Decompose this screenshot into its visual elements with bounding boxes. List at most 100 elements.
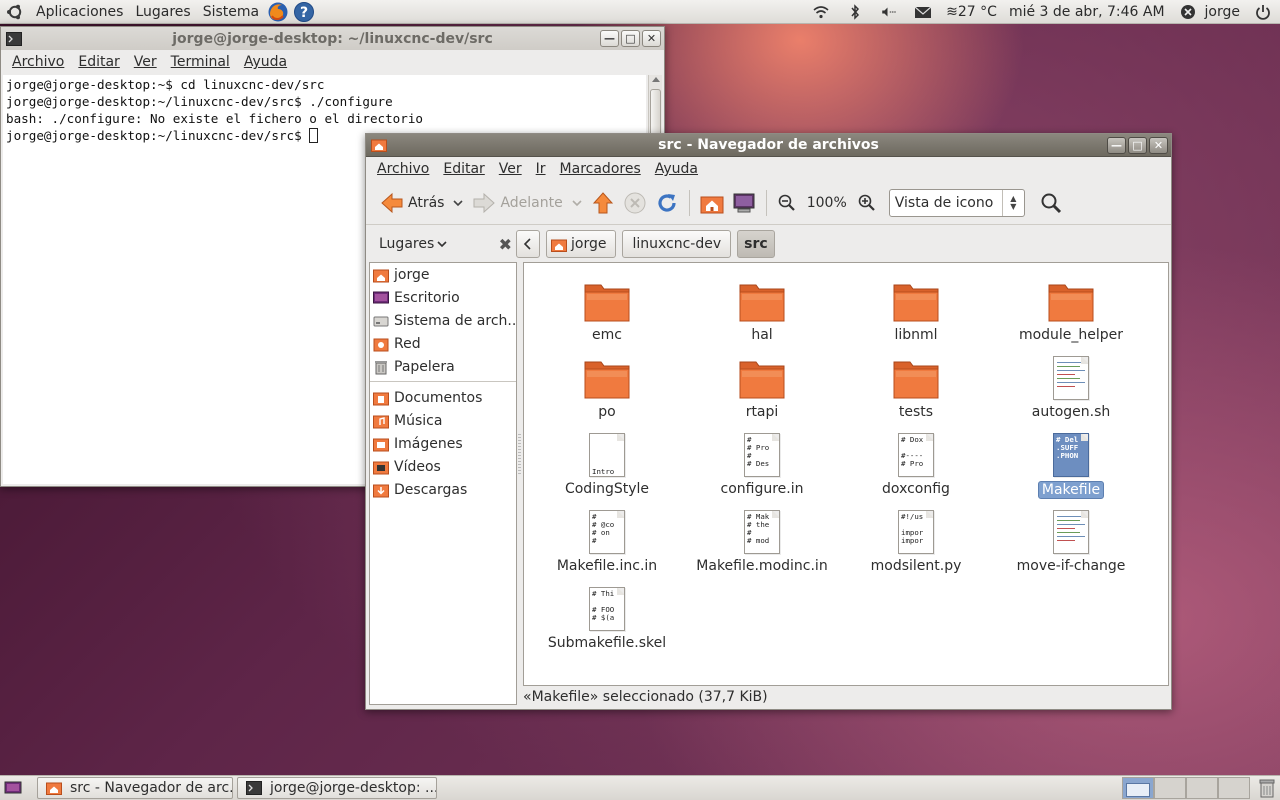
pane-resize-handle[interactable] — [518, 434, 521, 474]
menu-ver[interactable]: Ver — [492, 157, 529, 181]
workspace-4[interactable] — [1218, 777, 1250, 799]
back-button[interactable]: Atrás — [376, 187, 448, 219]
menu-aplicaciones[interactable]: Aplicaciones — [30, 0, 129, 24]
folder-item[interactable]: emc — [530, 277, 684, 343]
sidebar-item-documentos[interactable]: Documentos — [370, 386, 516, 409]
back-history-dropdown[interactable] — [448, 187, 468, 219]
menu-ayuda[interactable]: Ayuda — [648, 157, 705, 181]
show-desktop-button[interactable] — [3, 778, 23, 798]
workspace-1[interactable] — [1122, 777, 1154, 799]
maximize-button[interactable]: □ — [621, 30, 640, 47]
menu-editar[interactable]: Editar — [436, 157, 491, 181]
sidebar-item-escritorio[interactable]: Escritorio — [370, 286, 516, 309]
menu-ver[interactable]: Ver — [127, 50, 164, 74]
user-status-icon[interactable] — [1171, 0, 1199, 24]
zoom-out-button[interactable] — [773, 187, 801, 219]
folder-item[interactable]: libnml — [839, 277, 993, 343]
ubuntu-logo-icon[interactable] — [6, 3, 24, 21]
sidebar-item-jorge[interactable]: jorge — [370, 263, 516, 286]
terminal-line: jorge@jorge-desktop:~/linuxcnc-dev/src$ … — [6, 94, 393, 109]
workspace-2[interactable] — [1154, 777, 1186, 799]
close-button[interactable]: ✕ — [1149, 136, 1168, 154]
sidebar-item-imagenes[interactable]: Imágenes — [370, 432, 516, 455]
menu-archivo[interactable]: Archivo — [370, 157, 436, 181]
volume-muted-icon[interactable] — [872, 0, 906, 24]
file-name-label: Makefile — [1037, 481, 1105, 499]
forward-button[interactable]: Adelante — [468, 187, 566, 219]
maximize-button[interactable]: □ — [1128, 136, 1147, 154]
file-item[interactable]: move-if-change — [994, 508, 1148, 574]
mail-icon[interactable] — [906, 0, 940, 24]
zoom-level[interactable]: 100% — [801, 187, 853, 219]
taskbar-item-file-manager[interactable]: src - Navegador de arc... — [37, 777, 233, 799]
trash-applet[interactable] — [1254, 777, 1280, 799]
sidebar-item-descargas[interactable]: Descargas — [370, 478, 516, 501]
bluetooth-icon[interactable] — [838, 0, 872, 24]
weather-indicator[interactable]: ≋27 °C — [940, 0, 1003, 24]
user-name[interactable]: jorge — [1199, 0, 1246, 24]
folder-item[interactable]: hal — [685, 277, 839, 343]
sidebar-item-videos[interactable]: Vídeos — [370, 455, 516, 478]
breadcrumb-jorge[interactable]: jorge — [546, 230, 617, 258]
clock[interactable]: mié 3 de abr, 7:46 AM — [1003, 0, 1171, 24]
sidebar-item-papelera[interactable]: Papelera — [370, 355, 516, 378]
menu-terminal[interactable]: Terminal — [164, 50, 237, 74]
folder-item[interactable]: tests — [839, 354, 993, 420]
file-item[interactable]: # Del .SUFF .PHON Makefile — [994, 431, 1148, 499]
breadcrumb-src[interactable]: src — [737, 230, 775, 258]
view-mode-select[interactable]: Vista de icono ▲ ▼ — [888, 188, 1025, 217]
forward-history-dropdown[interactable] — [567, 187, 587, 219]
minimize-button[interactable]: — — [1107, 136, 1126, 154]
folder-item[interactable]: module_helper — [994, 277, 1148, 343]
breadcrumb-linuxcnc-dev[interactable]: linuxcnc-dev — [622, 230, 732, 258]
file-item[interactable]: # # @co # on # Makefile.inc.in — [530, 508, 684, 574]
places-selector[interactable]: Lugares — [379, 236, 434, 252]
firefox-launcher-icon[interactable] — [267, 1, 289, 23]
scrollbar-thumb[interactable] — [650, 89, 661, 139]
text-file-icon: #!/us impor impor — [892, 508, 940, 556]
file-item[interactable]: autogen.sh — [994, 354, 1148, 420]
workspace-3[interactable] — [1186, 777, 1218, 799]
help-launcher-icon[interactable]: ? — [293, 1, 315, 23]
sidebar-separator — [370, 381, 516, 382]
file-item[interactable]: # Dox #---- # Pro doxconfig — [839, 431, 993, 497]
home-button[interactable] — [696, 187, 728, 219]
menu-lugares[interactable]: Lugares — [129, 0, 196, 24]
folder-item[interactable]: po — [530, 354, 684, 420]
taskbar-item-terminal[interactable]: jorge@jorge-desktop: ... — [237, 777, 437, 799]
terminal-menubar: Archivo Editar Ver Terminal Ayuda — [1, 50, 664, 74]
zoom-in-button[interactable] — [853, 187, 881, 219]
menu-sistema[interactable]: Sistema — [197, 0, 265, 24]
file-item[interactable]: # # Pro # # Des configure.in — [685, 431, 839, 497]
sidebar-item-red[interactable]: Red — [370, 332, 516, 355]
terminal-titlebar[interactable]: jorge@jorge-desktop: ~/linuxcnc-dev/src … — [1, 27, 664, 50]
menu-ir[interactable]: Ir — [529, 157, 553, 181]
sidebar-item-musica[interactable]: Música — [370, 409, 516, 432]
menu-editar[interactable]: Editar — [71, 50, 126, 74]
sidebar-item-sistema-de-archivos[interactable]: Sistema de arch... — [370, 309, 516, 332]
file-manager-titlebar[interactable]: src - Navegador de archivos — □ ✕ — [366, 134, 1171, 157]
breadcrumb-back-button[interactable] — [516, 230, 540, 258]
power-icon[interactable] — [1246, 0, 1280, 24]
menu-archivo[interactable]: Archivo — [5, 50, 71, 74]
menu-ayuda[interactable]: Ayuda — [237, 50, 294, 74]
minimize-button[interactable]: — — [600, 30, 619, 47]
close-sidebar-icon[interactable]: ✖ — [499, 235, 512, 254]
documents-folder-icon — [373, 392, 389, 405]
reload-button[interactable] — [651, 187, 683, 219]
menu-marcadores[interactable]: Marcadores — [553, 157, 648, 181]
stop-button[interactable] — [619, 187, 651, 219]
file-icon-view[interactable]: emc hal libnml module_helperpo rtapi tests aut… — [523, 262, 1169, 686]
folder-item[interactable]: rtapi — [685, 354, 839, 420]
search-button[interactable] — [1035, 187, 1067, 219]
file-item[interactable]: #!/us impor impor modsilent.py — [839, 508, 993, 574]
file-item[interactable]: Intro CodingStyle — [530, 431, 684, 497]
computer-button[interactable] — [728, 187, 760, 219]
close-button[interactable]: ✕ — [642, 30, 661, 47]
trash-icon — [1259, 779, 1275, 798]
scroll-up-icon[interactable] — [652, 77, 660, 82]
file-item[interactable]: # Thi # FOO # $(a Submakefile.skel — [530, 585, 684, 651]
up-button[interactable] — [587, 187, 619, 219]
file-item[interactable]: # Mak # the # # mod Makefile.modinc.in — [685, 508, 839, 574]
wifi-icon[interactable] — [804, 0, 838, 24]
